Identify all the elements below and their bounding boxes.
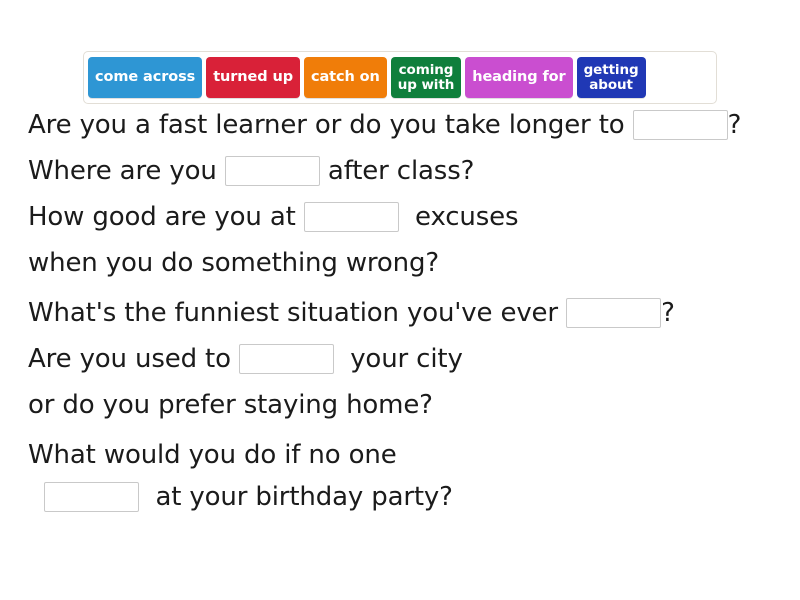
question-text: at your birthday party? xyxy=(139,482,453,512)
question-text: Where are you xyxy=(28,156,225,186)
question-list: Are you a fast learner or do you take lo… xyxy=(28,104,788,518)
question-text: excuses xyxy=(398,202,519,232)
question-text: or do you prefer staying home? xyxy=(28,390,433,420)
question-text: What would you do if no one xyxy=(28,440,397,470)
answer-blank-4[interactable] xyxy=(566,298,662,328)
question-line-q1-0: Are you a fast learner or do you take lo… xyxy=(28,104,788,146)
question-text: your city xyxy=(333,344,463,374)
answer-blank-6[interactable] xyxy=(44,482,140,512)
phrasal-verb-word-bank: come across turned up catch on coming up wi… xyxy=(83,51,717,104)
question-text: Are you used to xyxy=(28,344,239,374)
question-line-q4-0: What's the funniest situation you've eve… xyxy=(28,292,788,334)
question-line-q3-0: How good are you at excuses xyxy=(28,196,788,238)
word-bank-chip-0[interactable]: come across xyxy=(88,57,203,98)
answer-blank-2[interactable] xyxy=(224,156,320,186)
question-text: Are you a fast learner or do you take lo… xyxy=(28,110,633,140)
question-line-q3-1: when you do something wrong? xyxy=(28,238,788,288)
answer-blank-3[interactable] xyxy=(303,202,399,232)
question-text: after class? xyxy=(319,156,475,186)
word-bank-chip-2[interactable]: catch on xyxy=(304,57,387,98)
question-line-q6-0: What would you do if no one xyxy=(28,434,788,476)
word-bank-chip-1[interactable]: turned up xyxy=(206,57,300,98)
question-text: ? xyxy=(727,110,742,140)
answer-blank-1[interactable] xyxy=(632,110,728,140)
question-line-q5-0: Are you used to your city xyxy=(28,338,788,380)
question-line-q6-1: at your birthday party? xyxy=(28,476,788,518)
answer-blank-5[interactable] xyxy=(238,344,334,374)
question-text xyxy=(28,484,44,510)
question-line-q2-0: Where are you after class? xyxy=(28,150,788,192)
question-text: ? xyxy=(661,298,675,328)
question-line-q5-1: or do you prefer staying home? xyxy=(28,380,788,430)
question-text: when you do something wrong? xyxy=(28,248,439,278)
question-text: How good are you at xyxy=(28,202,304,232)
word-bank-chip-5[interactable]: getting about xyxy=(576,57,646,98)
question-text: What's the funniest situation you've eve… xyxy=(28,298,567,328)
word-bank-chip-4[interactable]: heading for xyxy=(465,57,573,98)
word-bank-chip-3[interactable]: coming up with xyxy=(390,57,462,98)
